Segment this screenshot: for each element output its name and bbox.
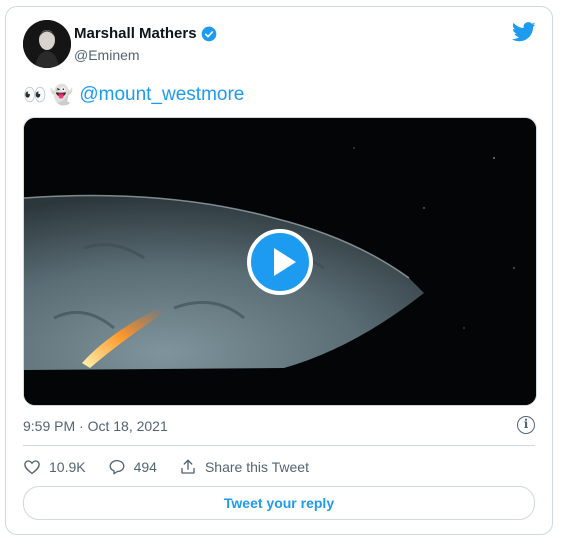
divider <box>23 445 535 446</box>
comment-icon <box>109 459 125 475</box>
heart-icon <box>24 460 40 475</box>
video-player[interactable] <box>23 117 537 406</box>
tweet-card: Marshall Mathers @Eminem 👀 👻 @mount_west… <box>5 6 553 535</box>
author-name-row[interactable]: Marshall Mathers <box>74 25 217 42</box>
info-icon[interactable]: i <box>517 416 535 434</box>
tweet-your-reply-button[interactable]: Tweet your reply <box>23 486 535 520</box>
share-icon <box>181 459 195 474</box>
play-icon <box>274 248 296 276</box>
tweet-actions: 10.9K 494 Share this Tweet <box>23 458 331 476</box>
tweet-timestamp[interactable]: 9:59 PM · Oct 18, 2021 <box>23 418 168 434</box>
twitter-bird-icon[interactable] <box>512 21 536 43</box>
reply-count: 494 <box>133 459 157 475</box>
reply-button[interactable]: 494 <box>108 458 157 476</box>
mention-link[interactable]: @mount_westmore <box>79 84 244 106</box>
play-button[interactable] <box>247 229 313 295</box>
eyes-emoji: 👀 <box>23 85 47 106</box>
share-label: Share this Tweet <box>204 459 309 475</box>
tweet-text: 👀 👻 @mount_westmore <box>23 83 244 107</box>
like-button[interactable]: 10.9K <box>23 458 86 476</box>
author-name[interactable]: Marshall Mathers <box>74 25 197 42</box>
avatar[interactable] <box>23 20 71 68</box>
ghost-emoji: 👻 <box>49 85 74 106</box>
verified-badge-icon <box>201 26 216 41</box>
author-handle[interactable]: @Eminem <box>74 47 140 63</box>
like-count: 10.9K <box>49 459 86 475</box>
share-button[interactable]: Share this Tweet <box>179 458 309 476</box>
